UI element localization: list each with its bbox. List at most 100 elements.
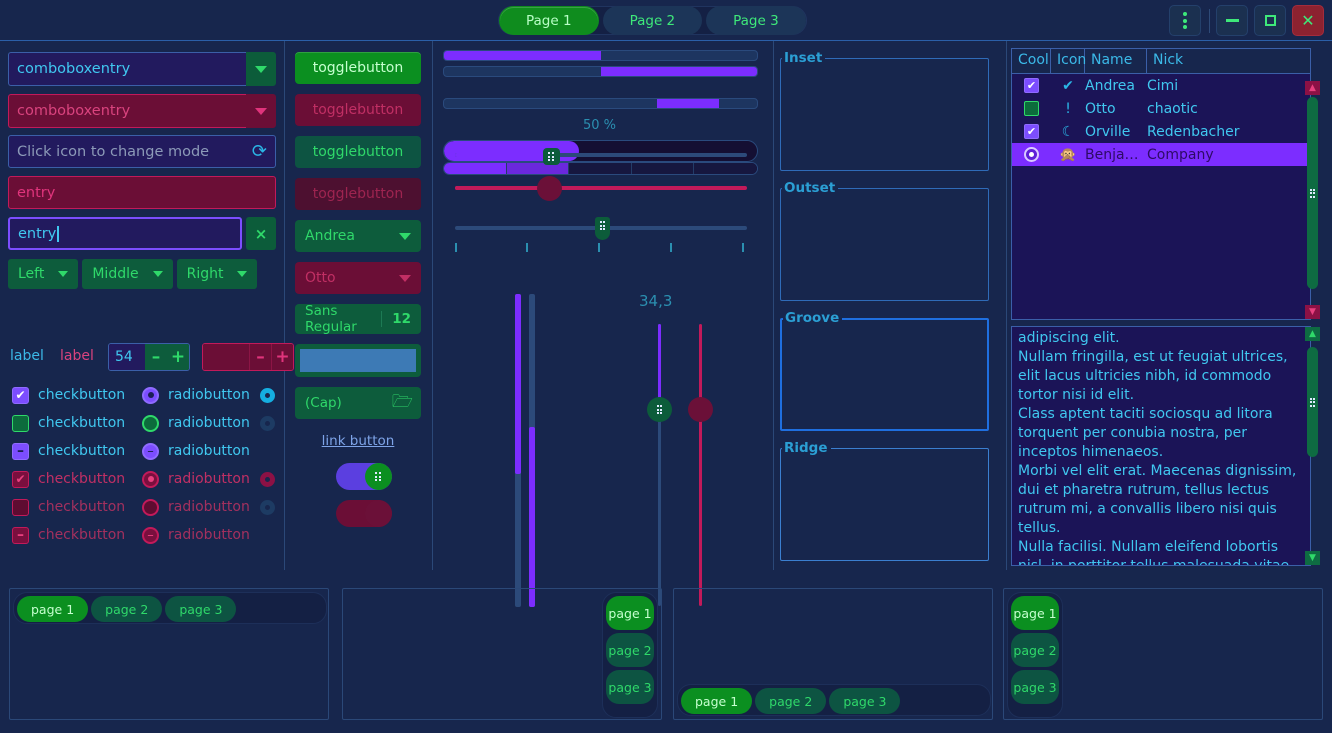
page-tab-switcher[interactable]: Page 1 Page 2 Page 3: [498, 6, 807, 35]
mini-radio-2[interactable]: [252, 415, 282, 431]
checkbutton-4[interactable]: ✔ checkbutton: [12, 470, 142, 488]
notebook-bottom-tab-2[interactable]: page 2: [755, 688, 827, 714]
notebook-right-tab-1[interactable]: page 1: [606, 596, 654, 630]
comboboxentry-red[interactable]: comboboxentry: [8, 94, 276, 128]
radiobutton-5[interactable]: radiobutton: [142, 498, 252, 516]
radiobutton-3[interactable]: – radiobutton: [142, 442, 252, 460]
mini-radio-1[interactable]: [252, 387, 282, 403]
text-view[interactable]: adipiscing elit. Nullam fringilla, est u…: [1011, 326, 1311, 566]
mini-radio-4[interactable]: [252, 499, 282, 515]
spinbutton-red-minus[interactable]: –: [249, 344, 271, 370]
spinbutton-blue-minus[interactable]: –: [145, 344, 167, 370]
tree-view[interactable]: Cool Icon Name Nick ✔ ✔ Andrea Cimi ! Ot…: [1011, 48, 1311, 320]
font-button[interactable]: Sans Regular 12: [295, 303, 421, 335]
comboboxentry-blue[interactable]: comboboxentry: [8, 52, 276, 86]
scale-knob[interactable]: [536, 176, 562, 201]
notebook-left-tab-2[interactable]: page 2: [1011, 633, 1059, 667]
radiobutton-6[interactable]: – radiobutton: [142, 526, 252, 544]
combobox-red[interactable]: Otto: [295, 262, 421, 294]
radiobutton-1[interactable]: radiobutton: [142, 386, 252, 404]
scroll-down-arrow-icon[interactable]: ▼: [1305, 305, 1320, 319]
color-button[interactable]: [295, 344, 421, 377]
spinbutton-blue-value[interactable]: 54: [109, 344, 145, 370]
menu-button[interactable]: [1169, 5, 1201, 36]
mini-radio-3[interactable]: [252, 471, 282, 487]
vscale-1[interactable]: [514, 294, 522, 607]
notebook-top-tab-2[interactable]: page 2: [91, 596, 163, 622]
checkbutton-6[interactable]: – checkbutton: [12, 526, 142, 544]
textview-scrollbar[interactable]: ▲ ▼: [1305, 327, 1320, 565]
checkbutton-5[interactable]: checkbutton: [12, 498, 142, 516]
tree-scrollbar[interactable]: ▲ ▼: [1305, 81, 1320, 319]
comboboxentry-blue-value[interactable]: comboboxentry: [8, 52, 246, 86]
panel-divider-3[interactable]: [773, 41, 774, 570]
scroll-up-arrow-icon[interactable]: ▲: [1305, 81, 1320, 95]
notebook-left-tabs[interactable]: page 1 page 2 page 3: [1007, 592, 1063, 718]
tree-cell-cool[interactable]: [1012, 147, 1051, 162]
togglebutton-4[interactable]: togglebutton: [295, 178, 421, 210]
switch-on[interactable]: [335, 463, 392, 490]
tab-page-3[interactable]: Page 3: [706, 6, 806, 35]
radiobutton-2[interactable]: radiobutton: [142, 414, 252, 432]
checkbutton-3[interactable]: – checkbutton: [12, 442, 142, 460]
togglebutton-3[interactable]: togglebutton: [295, 136, 421, 168]
notebook-right-tab-3[interactable]: page 3: [606, 670, 654, 704]
checkbutton-1[interactable]: ✔ checkbutton: [12, 386, 142, 404]
panel-divider-2[interactable]: [432, 41, 433, 570]
spinbutton-red-value[interactable]: [203, 344, 249, 370]
entry-red[interactable]: entry: [8, 176, 276, 209]
refresh-icon[interactable]: ⟳: [252, 141, 267, 162]
switch-off[interactable]: [335, 500, 392, 527]
notebook-right-tab-2[interactable]: page 2: [606, 633, 654, 667]
notebook-bottom-tabs[interactable]: page 1 page 2 page 3: [677, 684, 991, 716]
maximize-button[interactable]: [1254, 5, 1286, 36]
tree-column-icon[interactable]: Icon: [1051, 49, 1086, 73]
table-row[interactable]: 🙊 Benja… Company: [1012, 143, 1310, 166]
scale-knob[interactable]: [542, 148, 560, 165]
panel-divider-1[interactable]: [284, 41, 285, 570]
scroll-down-arrow-icon[interactable]: ▼: [1305, 551, 1320, 565]
panel-divider-4[interactable]: [1006, 41, 1007, 570]
scale-knob[interactable]: [595, 217, 611, 240]
notebook-bottom-tab-3[interactable]: page 3: [829, 688, 901, 714]
tree-cell-cool[interactable]: ✔: [1012, 124, 1051, 139]
cap-button[interactable]: (Cap) 🗁: [295, 387, 421, 419]
button-middle[interactable]: Middle: [82, 259, 173, 289]
combobox-green[interactable]: Andrea: [295, 220, 421, 252]
scale-horizontal-marks[interactable]: [455, 217, 747, 252]
comboboxentry-blue-dropdown[interactable]: [246, 52, 276, 86]
tab-page-2[interactable]: Page 2: [602, 6, 703, 35]
notebook-left-tab-1[interactable]: page 1: [1011, 596, 1059, 630]
notebook-top-tab-1[interactable]: page 1: [17, 596, 89, 622]
togglebutton-1[interactable]: togglebutton: [295, 52, 421, 84]
textview-scrollbar-thumb[interactable]: [1307, 347, 1318, 457]
tree-cell-cool[interactable]: [1012, 101, 1051, 116]
checkbutton-2[interactable]: checkbutton: [12, 414, 142, 432]
notebook-bottom-tab-1[interactable]: page 1: [681, 688, 753, 714]
tab-page-1[interactable]: Page 1: [499, 6, 599, 35]
button-left[interactable]: Left: [8, 259, 79, 289]
comboboxentry-red-value[interactable]: comboboxentry: [8, 94, 246, 128]
table-row[interactable]: ✔ ✔ Andrea Cimi: [1012, 74, 1310, 97]
tree-column-nick[interactable]: Nick: [1147, 49, 1310, 73]
link-button[interactable]: link button: [295, 433, 421, 449]
vscale-3[interactable]: [647, 324, 672, 606]
table-row[interactable]: ✔ ☾ Orville Redenbacher: [1012, 120, 1310, 143]
notebook-left-tab-3[interactable]: page 3: [1011, 670, 1059, 704]
togglebutton-2[interactable]: togglebutton: [295, 94, 421, 126]
vscale-4[interactable]: [688, 324, 713, 606]
comboboxentry-red-dropdown[interactable]: [246, 94, 276, 128]
close-button[interactable]: ✕: [1292, 5, 1324, 36]
minimize-button[interactable]: [1216, 5, 1248, 36]
tree-cell-cool[interactable]: ✔: [1012, 78, 1051, 93]
notebook-right-tabs[interactable]: page 1 page 2 page 3: [602, 592, 658, 718]
radiobutton-4[interactable]: radiobutton: [142, 470, 252, 488]
entry-focused[interactable]: entry: [8, 217, 242, 250]
tree-column-name[interactable]: Name: [1085, 49, 1147, 73]
scale-horizontal-purple[interactable]: [455, 148, 747, 165]
tree-scrollbar-thumb[interactable]: [1307, 97, 1318, 289]
spinbutton-blue[interactable]: 54 – +: [108, 343, 190, 371]
vscale-knob[interactable]: [647, 397, 672, 422]
clear-entry-button[interactable]: ×: [246, 217, 276, 250]
icon-mode-entry[interactable]: Click icon to change mode ⟳: [8, 135, 276, 168]
